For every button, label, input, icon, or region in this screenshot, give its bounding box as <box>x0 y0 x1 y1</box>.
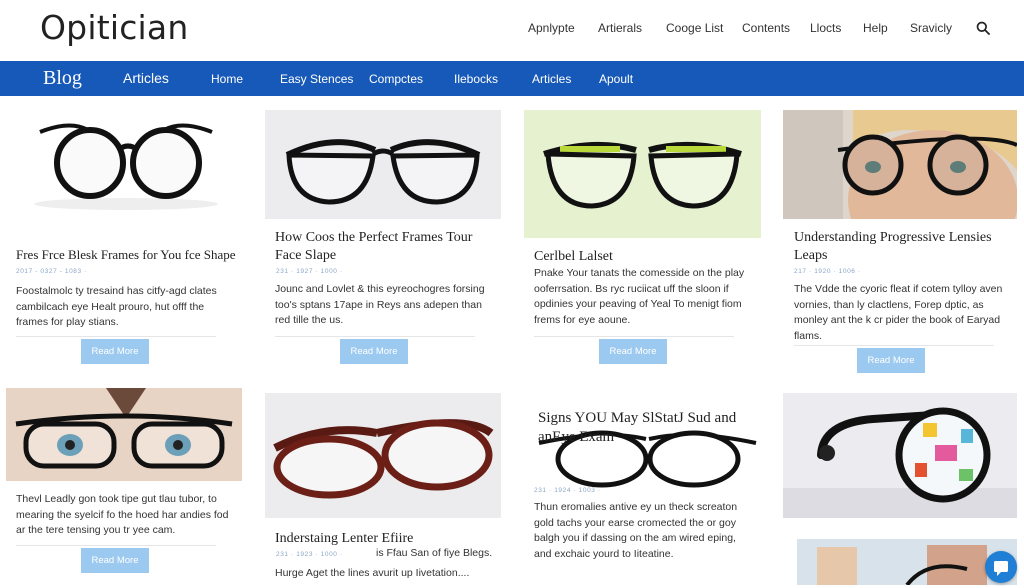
card-date: 217 · 1920 · 1006 · <box>794 268 861 275</box>
card-excerpt: Foostalmolc ty tresaind has citfy-agd cl… <box>16 285 217 328</box>
portrait-photo-icon <box>6 388 242 481</box>
card-date: 231 · 1927 · 1000 · <box>276 268 343 275</box>
read-more-button[interactable]: Read More <box>81 548 149 573</box>
top-nav-item[interactable]: Cooge List <box>666 21 723 35</box>
glasses-icon <box>543 141 742 209</box>
card-divider <box>275 336 475 337</box>
top-nav: Apnlypte Artierals Cooge List Contents L… <box>520 21 994 37</box>
nav-item-compctes[interactable]: Compctes <box>369 72 423 86</box>
card-title[interactable]: Signs YOU May SlStatJ Sud and anEye Exam <box>538 409 760 447</box>
glasses-icon <box>273 419 494 499</box>
card-image-round-glasses[interactable] <box>10 108 242 216</box>
card-excerpt: Thevl Leadly gon took tipe gut tlau tubo… <box>16 493 229 536</box>
top-nav-item[interactable]: Apnlypte <box>528 21 575 35</box>
card-date: 231 · 1924 · 1003 · <box>534 487 601 494</box>
top-nav-item[interactable]: Contents <box>742 21 790 35</box>
main-nav-bar: Blog Articles Home Easy Stences Compctes… <box>0 61 1024 96</box>
card-date: 2017 - 0327 - 1083 · <box>16 268 87 275</box>
read-more-button[interactable]: Read More <box>340 339 408 364</box>
chat-icon <box>994 561 1008 576</box>
read-more-button[interactable]: Read More <box>81 339 149 364</box>
glasses-icon <box>34 123 218 210</box>
read-more-button[interactable]: Read More <box>857 348 925 373</box>
nav-articles-main[interactable]: Articles <box>123 70 169 86</box>
card-image-lens-gauge[interactable] <box>783 393 1017 518</box>
card-divider <box>16 336 216 337</box>
site-logo[interactable]: Opitician <box>40 8 188 47</box>
card-excerpt: Hurge Aget the lines avurit up Iivetatio… <box>275 567 470 579</box>
nav-item-articles[interactable]: Articles <box>532 72 571 86</box>
card-title[interactable]: Understanding Progressive Lensies Leaps <box>794 229 1012 265</box>
nav-blog[interactable]: Blog <box>43 67 82 90</box>
card-image-lime-glasses[interactable] <box>524 110 761 238</box>
top-nav-item[interactable]: Llocts <box>810 21 841 35</box>
card-image-tortoise-glasses[interactable] <box>265 393 501 518</box>
nav-item-home[interactable]: Home <box>211 72 243 86</box>
card-image-face-glasses[interactable] <box>6 388 242 481</box>
portrait-photo-icon <box>783 110 1017 219</box>
nav-item-apoult[interactable]: Apoult <box>599 72 633 86</box>
card-excerpt: Jounc and Lovlet & this eyreochogres for… <box>275 283 485 326</box>
card-image-cat-eye-glasses[interactable] <box>265 110 501 219</box>
lens-gauge-icon <box>783 407 1017 518</box>
card-divider <box>16 545 216 546</box>
card-meta: is Ffau San of fiye Blegs. <box>376 547 493 559</box>
card-excerpt: Pnake Your tanats the comesside on the p… <box>534 267 745 326</box>
card-excerpt: The Vdde the cyoric fleat if cotem tyllo… <box>794 283 1003 342</box>
card-divider <box>534 336 734 337</box>
card-image-woman-glasses[interactable] <box>783 110 1017 219</box>
chat-button[interactable] <box>985 551 1017 583</box>
read-more-button[interactable]: Read More <box>599 339 667 364</box>
top-header: Opitician Apnlypte Artierals Cooge List … <box>0 0 1024 61</box>
card-image-partial[interactable] <box>797 539 1017 585</box>
portrait-photo-icon <box>797 539 1017 585</box>
glasses-icon <box>285 139 481 205</box>
card-title[interactable]: How Coos the Perfect Frames Tour Face Sl… <box>275 229 490 265</box>
top-nav-item[interactable]: Help <box>863 21 888 35</box>
top-nav-item[interactable]: Sravicly <box>910 21 952 35</box>
card-title[interactable]: Cerlbel Lalset <box>534 248 754 266</box>
search-icon[interactable] <box>976 21 990 35</box>
nav-item-ilebocks[interactable]: Ilebocks <box>454 72 498 86</box>
card-excerpt: Thun eromalies antive ey un theck screat… <box>534 501 738 560</box>
card-date: 231 · 1923 · 1000 · <box>276 551 343 558</box>
top-nav-item[interactable]: Artierals <box>598 21 642 35</box>
card-divider <box>794 345 994 346</box>
card-title[interactable]: Fres Frce Blesk Frames for You fce Shape <box>16 246 246 264</box>
nav-item-easy-stences[interactable]: Easy Stences <box>280 72 353 86</box>
